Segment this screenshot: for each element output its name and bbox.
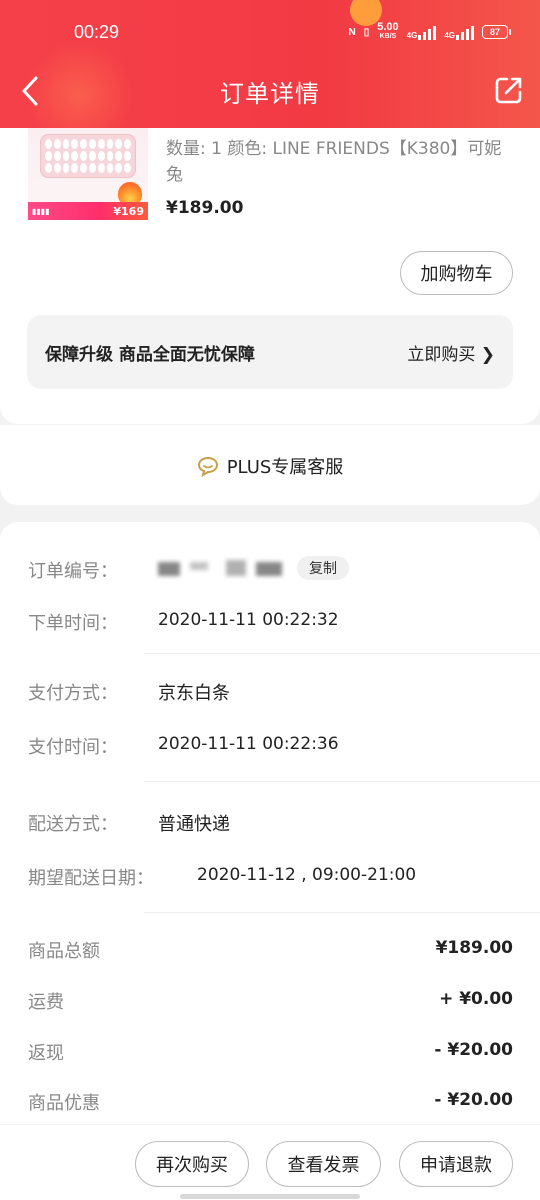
service-card: PLUS专属客服 (0, 425, 540, 505)
order-time-value: 2020-11-11 00:22:32 (158, 610, 339, 630)
page-title: 订单详情 (220, 80, 320, 108)
share-icon[interactable] (494, 75, 524, 105)
add-to-cart-button[interactable]: 加购物车 (400, 251, 513, 295)
pay-time-label: 支付时间： (28, 737, 118, 758)
delivery-value: 普通快递 (158, 814, 230, 835)
product-image[interactable]: ▮▮▮▮ ¥169 (28, 128, 148, 220)
order-time-label: 下单时间： (28, 613, 118, 634)
cashback-label: 返现 (28, 1043, 64, 1064)
chat-bubble-icon (197, 456, 218, 477)
sim2-signal: 4G (444, 24, 474, 40)
rebuy-button[interactable]: 再次购买 (135, 1141, 249, 1187)
sim1-signal: 4G (407, 24, 437, 40)
pay-time-value: 2020-11-11 00:22:36 (158, 734, 339, 754)
service-label: PLUS专属客服 (226, 457, 344, 478)
home-indicator[interactable] (180, 1194, 360, 1199)
promo-banner: ▮▮▮▮ ¥169 (28, 202, 148, 220)
goods-total-label: 商品总额 (28, 941, 100, 962)
cashback-value: - ¥20.00 (434, 1040, 513, 1060)
copy-button[interactable]: 复制 (297, 556, 349, 580)
expect-date-label: 期望配送日期： (28, 868, 154, 889)
status-time: 00:29 (74, 22, 120, 42)
promo-tag-icon: ▮▮▮▮ (32, 206, 50, 216)
signal-icon (456, 24, 474, 40)
product-card: ▮▮▮▮ ¥169 数量: 1 颜色: LINE FRIENDS【K380】可妮… (0, 128, 540, 424)
delivery-label: 配送方式： (28, 814, 118, 835)
pay-method-label: 支付方式： (28, 683, 118, 704)
signal-icon (418, 24, 437, 40)
divider (144, 781, 540, 782)
status-bar: 00:29 Ν ▯ 5.00 KB/S 4G 4G 87 (0, 0, 540, 64)
buy-now-link[interactable]: 立即购买 ❯ (407, 340, 495, 365)
expect-date-value: 2020-11-12 , 09:00-21:00 (197, 865, 417, 885)
guarantee-label: 保障升级 商品全面无忧保障 (45, 345, 255, 365)
order-detail-card: 订单编号： 复制 下单时间： 2020-11-11 00:22:32 支付方式：… (0, 522, 540, 1200)
nfc-icon: Ν (348, 26, 356, 38)
plus-service-button[interactable]: PLUS专属客服 (0, 453, 540, 479)
freight-value: + ¥0.00 (439, 989, 513, 1009)
freight-label: 运费 (28, 992, 64, 1013)
product-price: ¥189.00 (166, 198, 244, 218)
bottom-action-bar: 再次购买 查看发票 申请退款 (0, 1124, 540, 1200)
order-number-label: 订单编号： (28, 561, 118, 582)
view-invoice-button[interactable]: 查看发票 (266, 1141, 381, 1187)
goods-total-value: ¥189.00 (435, 938, 513, 958)
header-bar: 00:29 Ν ▯ 5.00 KB/S 4G 4G 87 订单详情 (0, 0, 540, 128)
discount-label: 商品优惠 (28, 1093, 100, 1114)
guarantee-banner[interactable]: 保障升级 商品全面无忧保障 立即购买 ❯ (27, 315, 513, 389)
status-icons: Ν ▯ 5.00 KB/S 4G 4G 87 (348, 21, 511, 42)
vibrate-icon: ▯ (363, 26, 370, 38)
pay-method-value: 京东白条 (158, 683, 230, 704)
netspeed: 5.00 KB/S (377, 21, 399, 41)
promo-price: ¥169 (113, 204, 144, 218)
divider (144, 653, 540, 654)
divider (144, 912, 540, 913)
product-spec: 数量: 1 颜色: LINE FRIENDS【K380】可妮兔 (166, 139, 502, 185)
keyboard-image (40, 134, 136, 178)
discount-value: - ¥20.00 (434, 1090, 513, 1110)
refund-button[interactable]: 申请退款 (399, 1141, 513, 1187)
battery-icon: 87 (482, 25, 511, 39)
